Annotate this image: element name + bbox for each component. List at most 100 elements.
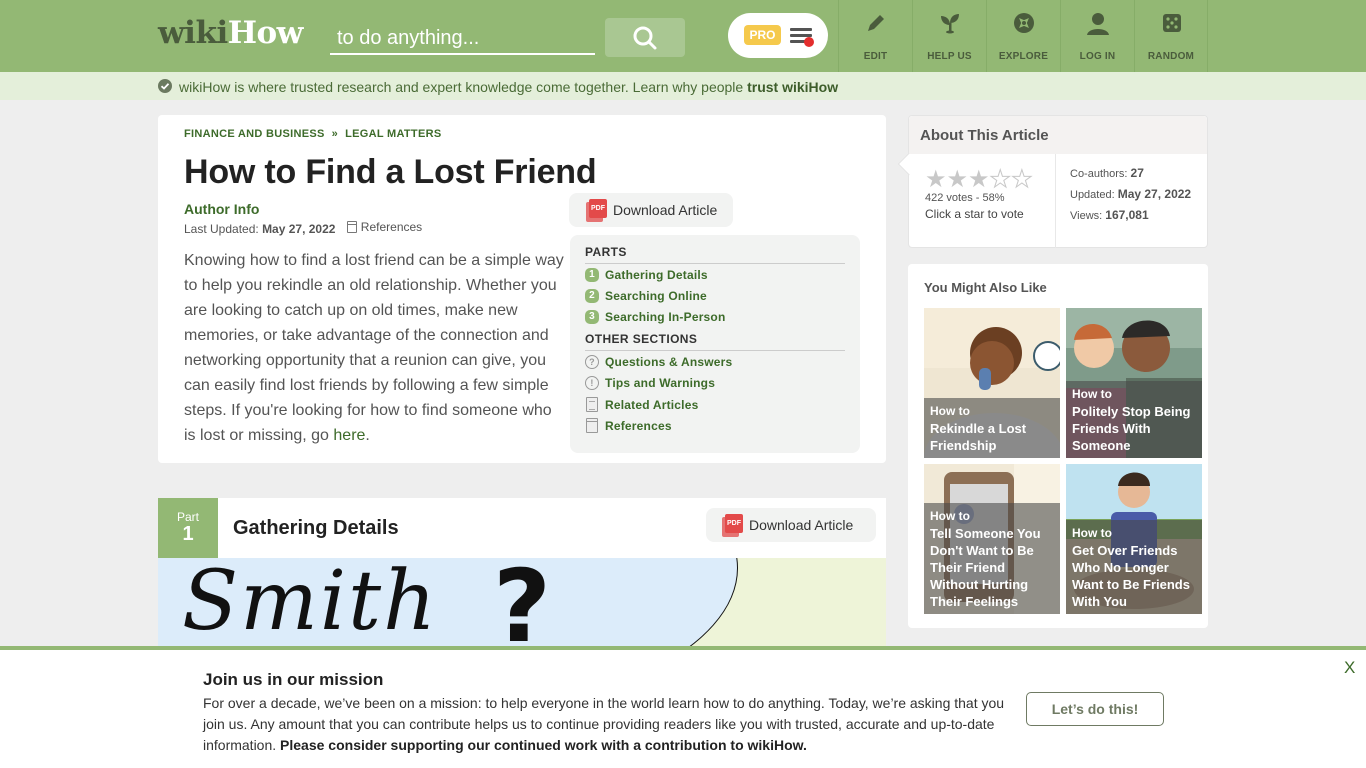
related-prefix: How to [930,509,970,523]
user-icon [1087,13,1109,35]
last-updated-label: Last Updated: [184,222,263,236]
banner-title: Join us in our mission [203,670,384,689]
views-stat: Views: 167,081 [1070,208,1149,222]
star-empty-icon[interactable]: ★ [989,167,1011,192]
intro-text: Knowing how to find a lost friend can be… [184,252,564,444]
wikihow-logo[interactable]: wikiHow [158,15,303,51]
trust-wikihow-link[interactable]: trust wikiHow [747,79,838,95]
toc-part-1[interactable]: 1 Gathering Details [585,268,708,282]
nav-explore[interactable]: EXPLORE [986,0,1060,72]
dice-icon [1163,14,1181,32]
star-filled-icon[interactable]: ★ [947,168,969,192]
site-header: wikiHow to do anything... PRO EDIT HELP … [0,0,1366,72]
trust-message: wikiHow is where trusted research and ex… [179,79,838,95]
related-caption: How to Tell Someone You Don't Want to Be… [924,503,1060,614]
document-icon [586,397,598,412]
you-might-also-like: You Might Also Like How to Rekindle a Lo… [908,264,1208,628]
nav-edit[interactable]: EDIT [838,0,912,72]
nav-label: HELP US [927,51,972,62]
mission-banner: Join us in our mission For over a decade… [0,646,1366,768]
also-like-title: You Might Also Like [924,280,1047,295]
toc-questions-answers[interactable]: ? Questions & Answers [585,355,732,369]
related-article-card[interactable]: How to Get Over Friends Who No Longer Wa… [1066,464,1202,614]
nav-log-in[interactable]: LOG IN [1060,0,1134,72]
breadcrumb-separator: » [331,128,339,140]
toc-label: Questions & Answers [605,355,733,369]
article-intro-card: FINANCE AND BUSINESS » LEGAL MATTERS How t… [158,115,886,463]
step-illustration: Smith ? [158,558,886,648]
search-input[interactable]: to do anything... [330,22,595,55]
download-label: Download Article [613,202,718,218]
updated-stat: Updated: May 27, 2022 [1070,187,1191,201]
toc-related-articles[interactable]: Related Articles [585,397,698,412]
part-number-badge: 2 [585,289,599,303]
coauthors-stat: Co-authors: 27 [1070,166,1144,180]
vote-count: 422 votes - 58% [925,192,1005,204]
part-title: Gathering Details [233,517,399,539]
toc-label: Gathering Details [605,268,708,282]
related-title: Politely Stop Being Friends With Someone [1072,404,1191,453]
about-notch [897,152,921,176]
toc-tips-warnings[interactable]: ! Tips and Warnings [585,376,715,390]
star-empty-icon[interactable]: ★ [1011,167,1033,192]
illustration-text: Smith [182,558,438,648]
page-title: How to Find a Lost Friend [184,153,597,191]
part-1-section: Part 1 Gathering Details PDF Download Ar… [158,498,886,648]
toc-label: Searching In-Person [605,310,726,324]
about-this-article: About This Article ★ ★ ★ ★ ★ 422 votes - 58%… [897,115,1208,248]
lets-do-this-button[interactable]: Let’s do this! [1026,692,1164,726]
star-filled-icon[interactable]: ★ [925,168,947,192]
related-title: Rekindle a Lost Friendship [930,421,1027,453]
about-header: About This Article [909,116,1207,154]
toc-divider [585,263,845,264]
stat-value: 167,081 [1105,208,1149,222]
logo-how: How [227,15,304,51]
stat-value: 27 [1130,166,1144,180]
about-title: About This Article [920,127,1049,144]
header-nav: EDIT HELP US EXPLORE LOG IN RANDOM [838,0,1208,72]
related-article-card[interactable]: How to Rekindle a Lost Friendship [924,308,1060,458]
breadcrumb-finance-and-business[interactable]: FINANCE AND BUSINESS [184,128,325,140]
toc-part-2[interactable]: 2 Searching Online [585,289,707,303]
part-label: Part [176,510,199,524]
verified-check-icon [158,79,172,93]
related-article-card[interactable]: How to Tell Someone You Don't Want to Be… [924,464,1060,614]
nav-help-us[interactable]: HELP US [912,0,986,72]
pdf-icon: PDF [586,198,607,222]
related-caption: How to Politely Stop Being Friends With … [1066,381,1202,458]
pdf-icon: PDF [722,513,743,537]
stat-value: May 27, 2022 [1117,187,1192,201]
illustration-question-mark: ? [493,558,552,648]
toc-references[interactable]: References [585,418,672,433]
star-filled-icon[interactable]: ★ [968,168,990,192]
question-circle-icon: ? [585,355,599,369]
download-article-button[interactable]: PDF Download Article [569,193,733,227]
nav-random[interactable]: RANDOM [1134,0,1208,72]
sprout-icon [941,14,959,34]
stat-label: Co-authors: [1070,168,1131,180]
trust-text: wikiHow is where trusted research and ex… [179,79,748,95]
references-icon [346,221,357,233]
related-article-card[interactable]: How to Politely Stop Being Friends With … [1066,308,1202,458]
toc-part-3[interactable]: 3 Searching In-Person [585,310,726,324]
exclamation-circle-icon: ! [585,376,599,390]
download-label: Download Article [749,517,854,533]
toc-label: Tips and Warnings [605,376,716,390]
references-link[interactable]: References [346,220,422,234]
article-meta: Last Updated: May 27, 2022 References [184,220,422,236]
here-link[interactable]: here [333,427,365,444]
pro-menu-button[interactable]: PRO [728,13,828,58]
related-prefix: How to [1072,526,1112,540]
intro-paragraph: Knowing how to find a lost friend can be… [184,248,564,448]
star-rating[interactable]: ★ ★ ★ ★ ★ [925,167,1033,192]
pencil-icon [868,15,884,31]
search-button[interactable] [605,18,685,57]
download-article-button[interactable]: PDF Download Article [706,508,876,542]
close-banner-button[interactable]: X [1344,658,1355,678]
author-info-link[interactable]: Author Info [184,201,259,217]
nav-label: EXPLORE [998,51,1049,62]
related-caption: How to Get Over Friends Who No Longer Wa… [1066,520,1202,614]
nav-label: RANDOM [1147,51,1195,62]
breadcrumb-legal-matters[interactable]: LEGAL MATTERS [345,128,441,140]
notification-dot [804,37,814,47]
